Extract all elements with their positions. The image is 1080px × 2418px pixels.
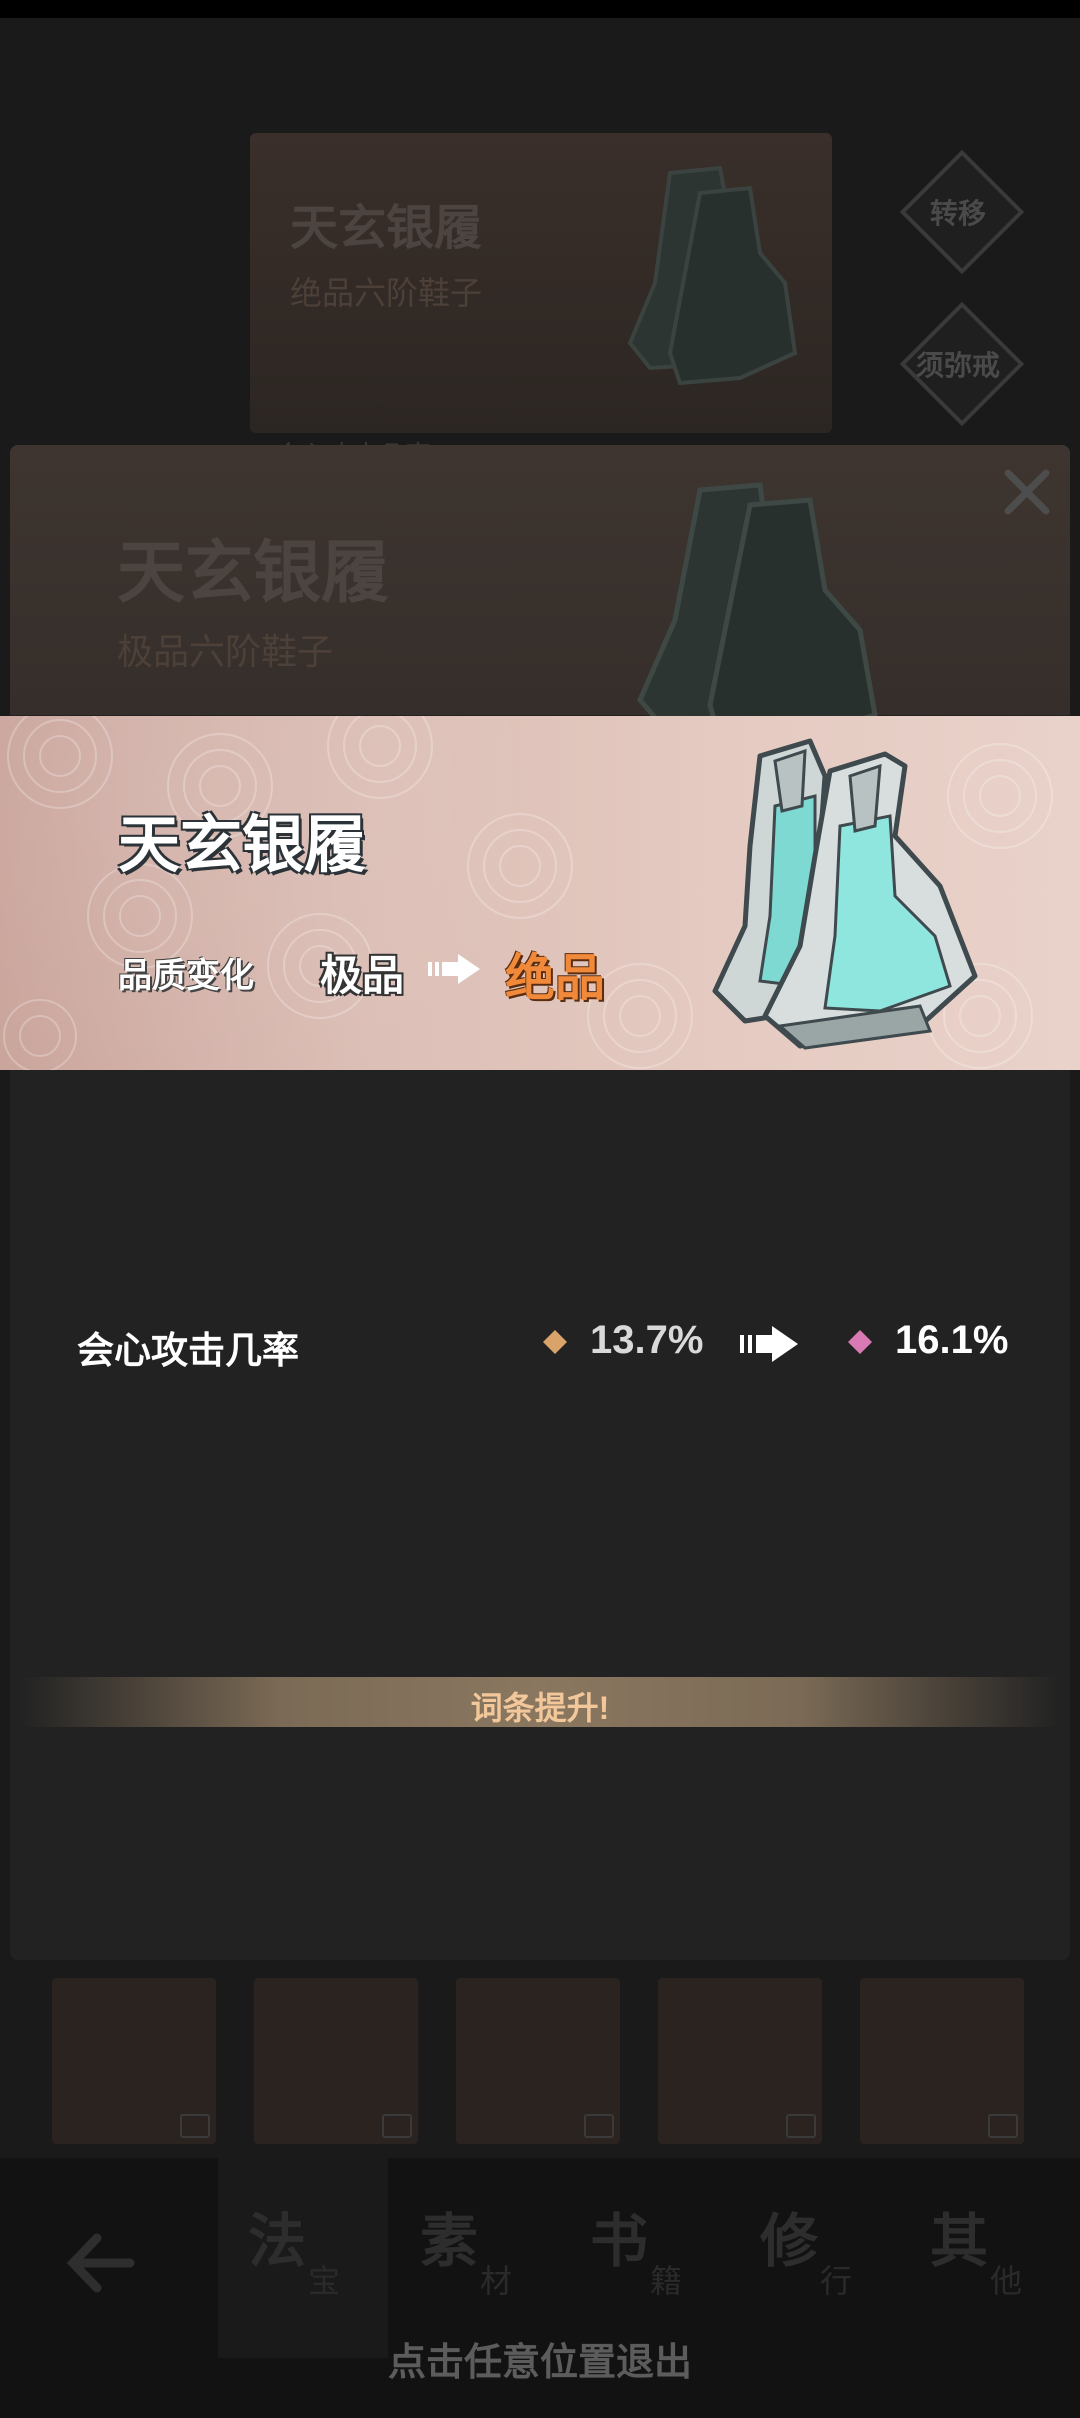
quality-from: 极品 bbox=[320, 952, 405, 999]
stat-name: 会心攻击几率 bbox=[77, 1330, 299, 1371]
banner-item-title: 天玄银履 bbox=[118, 808, 367, 881]
tab-cultivation-label: 修 bbox=[760, 2207, 819, 2275]
inventory-grid bbox=[0, 1960, 1080, 2160]
tab-cultivation[interactable]: 修 行 bbox=[730, 2158, 900, 2358]
tab-materials-label: 素 bbox=[420, 2207, 479, 2275]
boots-icon bbox=[627, 165, 798, 386]
tab-other-label: 其 bbox=[930, 2207, 989, 2275]
upgrade-result-modal[interactable]: 天玄银履 极品六阶鞋子 词条提升! 点击任意位置退出 bbox=[10, 445, 1070, 2384]
tag-icon bbox=[786, 2114, 816, 2138]
tab-treasure-label: 法 bbox=[248, 2207, 307, 2275]
tab-materials-sublabel: 材 bbox=[480, 2262, 513, 2300]
quality-banner: 天玄银履 品质变化 极品 绝品 bbox=[0, 716, 1080, 1070]
inventory-cell[interactable] bbox=[658, 1978, 822, 2144]
ring-storage-label: 须弥戒 bbox=[915, 350, 1000, 381]
arrow-right-icon bbox=[740, 1326, 798, 1362]
arrow-right-icon bbox=[428, 954, 480, 984]
quality-to: 绝品 bbox=[505, 950, 605, 1006]
tag-icon bbox=[382, 2114, 412, 2138]
ring-storage-button[interactable]: 须弥戒 bbox=[898, 300, 1025, 427]
inventory-cell[interactable] bbox=[52, 1978, 216, 2144]
tag-icon bbox=[584, 2114, 614, 2138]
tag-icon bbox=[988, 2114, 1018, 2138]
tab-books-label: 书 bbox=[590, 2207, 649, 2275]
stat-new-value: 16.1% bbox=[895, 1318, 1009, 1362]
background-item-subtitle: 绝品六阶鞋子 bbox=[290, 275, 483, 311]
transfer-button[interactable]: 转移 bbox=[898, 148, 1025, 275]
modal-header-subtitle: 极品六阶鞋子 bbox=[117, 631, 334, 672]
quality-change-label: 品质变化 bbox=[118, 957, 254, 995]
back-arrow-icon[interactable] bbox=[55, 2218, 145, 2308]
tab-books[interactable]: 书 籍 bbox=[560, 2158, 730, 2358]
improvement-header-text: 词条提升! bbox=[470, 1690, 610, 1726]
tab-other[interactable]: 其 他 bbox=[900, 2158, 1070, 2358]
background-item-card: 天玄银履 绝品六阶鞋子 会心攻击几率 16.1% (13.4~16.8%) bbox=[250, 133, 832, 470]
tab-treasure[interactable]: 法 宝 bbox=[218, 2158, 388, 2358]
inventory-cell[interactable] bbox=[456, 1978, 620, 2144]
tab-cultivation-sublabel: 行 bbox=[820, 2262, 853, 2300]
tab-materials[interactable]: 素 材 bbox=[390, 2158, 560, 2358]
status-bar bbox=[0, 0, 1080, 18]
tab-books-sublabel: 籍 bbox=[650, 2262, 683, 2300]
stat-old-value: 13.7% bbox=[590, 1318, 704, 1362]
boots-icon bbox=[637, 482, 878, 740]
tab-other-sublabel: 他 bbox=[990, 2262, 1023, 2300]
boots-icon bbox=[712, 738, 978, 1050]
inventory-cell[interactable] bbox=[254, 1978, 418, 2144]
background-item-title: 天玄银履 bbox=[290, 200, 483, 256]
tab-treasure-sublabel: 宝 bbox=[308, 2262, 341, 2300]
diamond-icon bbox=[543, 1330, 567, 1354]
transfer-label: 转移 bbox=[929, 198, 986, 229]
modal-header: 天玄银履 极品六阶鞋子 bbox=[10, 445, 1070, 740]
close-icon[interactable] bbox=[1000, 465, 1054, 519]
modal-header-title: 天玄银履 bbox=[117, 533, 390, 613]
tag-icon bbox=[180, 2114, 210, 2138]
inventory-cell[interactable] bbox=[860, 1978, 1024, 2144]
improvement-header: 词条提升! bbox=[20, 1677, 1060, 1727]
stat-row: 会心攻击几率 13.7% 16.1% bbox=[0, 1310, 1080, 1380]
diamond-icon bbox=[848, 1330, 872, 1354]
exit-hint: 点击任意位置退出 bbox=[387, 2342, 692, 2384]
